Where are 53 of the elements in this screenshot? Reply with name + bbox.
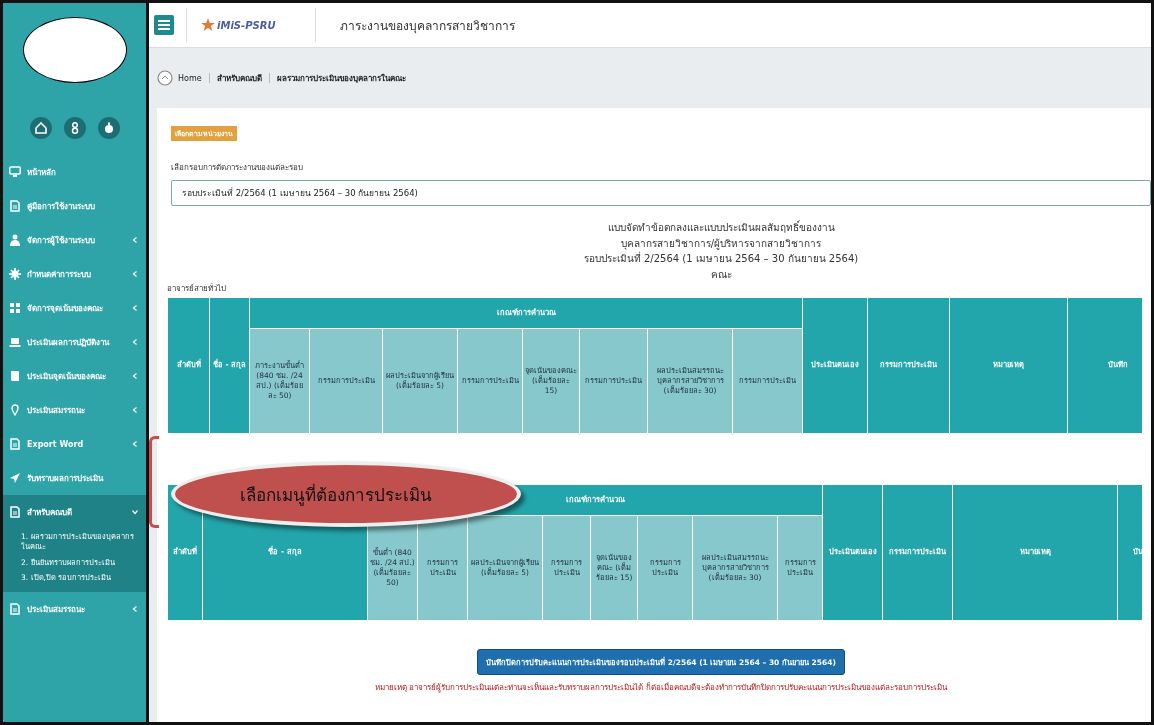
page-title: ภาระงานของบุคลากรสายวิชาการ	[340, 17, 515, 35]
field-label: เลือกรอบการตัดภาระงานของแต่ละรอบ	[171, 162, 303, 174]
power-button[interactable]	[97, 117, 120, 139]
menu-item[interactable]: คู่มือการใช้งานระบบ	[3, 189, 146, 223]
chevron-left-icon	[132, 339, 138, 345]
chevron-left-icon	[132, 237, 138, 243]
note-text: หมายเหตุ อาจารย์ผู้รับการประเมินแต่ละท่านจะเห็นและรับทราบผลการประเมินได้ ก็ต่อเมื่อคณบดีจะต้องทำการบันทึกปิดการปรับคะแนนการประเมินของแต่ละรอบการประเมิน	[374, 681, 948, 694]
chevron-left-icon	[132, 407, 138, 413]
document-icon	[9, 506, 21, 518]
user-icon	[9, 234, 21, 246]
document-icon	[9, 200, 21, 212]
chevron-down-icon	[132, 509, 138, 515]
menu-item[interactable]: สำหรับคณบดี	[3, 495, 146, 529]
logo-text: iMiS-PSRU	[217, 19, 276, 31]
menu-item[interactable]: ประเมินสมรรถนะ	[3, 592, 146, 626]
document-icon	[9, 438, 21, 450]
form-title-line: แบบจัดทำข้อตกลงและแบบประเมินผลสัมฤทธิ์ของงาน	[607, 220, 835, 235]
pin-icon	[9, 404, 21, 416]
menu-icon	[158, 20, 170, 30]
menu-item[interactable]: จัดการผู้ใช้งานระบบ	[3, 223, 146, 257]
grid-icon	[9, 302, 21, 314]
home-button[interactable]	[29, 117, 52, 139]
star-icon	[201, 18, 215, 32]
menu-item[interactable]: รับทราบผลการประเมิน	[3, 461, 146, 495]
breadcrumb-link[interactable]: Home	[178, 73, 202, 83]
form-title-line: คณะ	[710, 267, 732, 282]
menu-item[interactable]: จัดการจุดเน้นของคณะ	[3, 291, 146, 325]
gear-icon	[9, 268, 21, 280]
send-icon	[9, 472, 21, 484]
menu-button[interactable]	[154, 15, 174, 35]
form-title-line: บุคลากรสายวิชาการ/ผู้บริหารจากสายวิชาการ	[620, 236, 822, 251]
form-title-line: รอบประเมินที่ 2/2564 (1 เมษายน 2564 – 30 กันยายน 2564)	[583, 251, 859, 266]
menu-item[interactable]: ประเมินจุดเน้นของคณะ	[3, 359, 146, 393]
home-icon	[34, 122, 47, 134]
document-icon	[9, 603, 21, 615]
laptop-icon	[9, 336, 21, 348]
menu-item[interactable]: กำหนดค่าการระบบ	[3, 257, 146, 291]
round-select[interactable]: รอบประเมินที่ 2/2564 (1 เมษายน 2564 – 30 กันยายน 2564)	[171, 180, 1151, 206]
section-label: อาจารย์สายทั่วไป	[167, 282, 226, 295]
profile-button[interactable]	[63, 117, 86, 139]
breadcrumb-link[interactable]: ผลรวมการประเมินของบุคลากรในคณะ	[276, 71, 406, 85]
menu-item[interactable]: หน้าหลัก	[3, 155, 146, 189]
menu-item[interactable]: Export Word	[3, 427, 146, 461]
chevron-left-icon	[132, 441, 138, 447]
chevron-left-icon	[132, 373, 138, 379]
menu-item[interactable]: ประเมินสมรรถนะ	[3, 393, 146, 427]
menu-item[interactable]: ประเมินผลการปฏิบัติงาน	[3, 325, 146, 359]
chevron-left-icon	[132, 305, 138, 311]
user-icon	[69, 122, 80, 134]
monitor-icon	[9, 166, 21, 178]
breadcrumb-link[interactable]: สำหรับคณบดี	[216, 71, 262, 85]
chevron-left-icon	[132, 271, 138, 277]
chevron-left-icon	[132, 606, 138, 612]
